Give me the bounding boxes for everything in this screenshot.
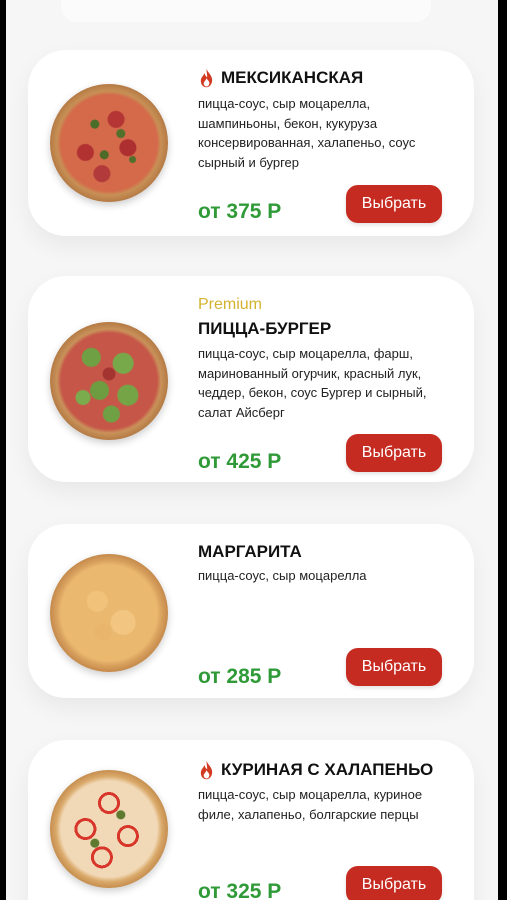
product-name: КУРИНАЯ С ХАЛАПЕНЬО bbox=[221, 760, 434, 779]
product-price: от 325 Р bbox=[198, 880, 282, 900]
pizza-image bbox=[50, 84, 168, 202]
product-name: ПИЦЦА-БУРГЕР bbox=[198, 319, 332, 338]
product-name: МАРГАРИТА bbox=[198, 542, 302, 561]
product-price: от 285 Р bbox=[198, 665, 282, 688]
product-description: пицца-соус, сыр моцарелла bbox=[198, 568, 367, 583]
product-description: пицца-соус, сыр моцарелла, фарш, маринов… bbox=[198, 346, 427, 420]
select-button[interactable]: Выбрать bbox=[346, 648, 442, 686]
premium-badge: Premium bbox=[198, 296, 263, 313]
product-title-row: ПИЦЦА-БУРГЕР bbox=[198, 319, 331, 339]
product-price: от 375 Р bbox=[198, 200, 282, 223]
select-button[interactable]: Выбрать bbox=[346, 866, 442, 900]
pizza-image bbox=[50, 770, 168, 888]
product-price: от 425 Р bbox=[198, 450, 282, 473]
product-name: МЕКСИКАНСКАЯ bbox=[221, 68, 364, 87]
product-title-row: МЕКСИКАНСКАЯ bbox=[198, 68, 363, 88]
product-card-margherita[interactable]: МАРГАРИТА пицца-соус, сыр моцарелла от 2… bbox=[28, 524, 474, 698]
select-button[interactable]: Выбрать bbox=[346, 434, 442, 472]
product-card-chicken-jalapeno[interactable]: КУРИНАЯ С ХАЛАПЕНЬО пицца-соус, сыр моца… bbox=[28, 740, 474, 900]
product-card-mexican[interactable]: МЕКСИКАНСКАЯ пицца-соус, сыр моцарелла, … bbox=[28, 50, 474, 236]
fire-icon bbox=[200, 68, 213, 88]
product-description: пицца-соус, сыр моцарелла, шампиньоны, б… bbox=[198, 96, 416, 170]
pizza-image bbox=[50, 322, 168, 440]
product-title-row: МАРГАРИТА bbox=[198, 542, 302, 562]
fire-icon bbox=[200, 760, 213, 780]
pizza-image bbox=[50, 554, 168, 672]
product-card-pizza-burger[interactable]: Premium ПИЦЦА-БУРГЕР пицца-соус, сыр моц… bbox=[28, 276, 474, 482]
select-button[interactable]: Выбрать bbox=[346, 185, 442, 223]
menu-screen: МЕКСИКАНСКАЯ пицца-соус, сыр моцарелла, … bbox=[6, 0, 498, 900]
product-title-row: КУРИНАЯ С ХАЛАПЕНЬО bbox=[198, 760, 433, 780]
previous-card-edge bbox=[61, 0, 431, 22]
product-description: пицца-соус, сыр моцарелла, куриное филе,… bbox=[198, 787, 423, 822]
